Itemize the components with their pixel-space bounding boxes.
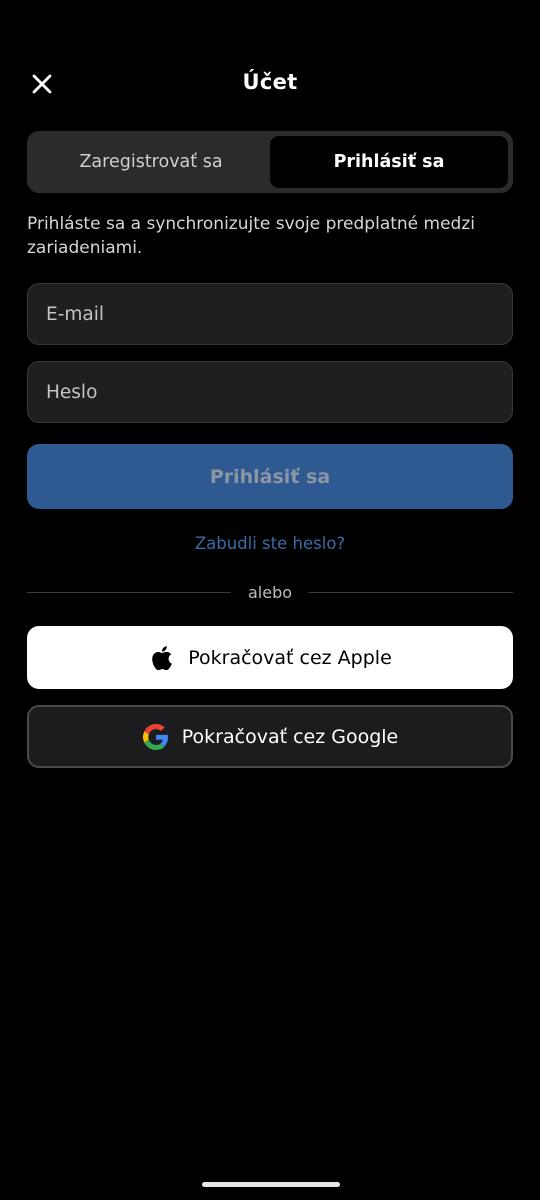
continue-with-google-button[interactable]: Pokračovať cez Google [27,705,513,768]
tab-register[interactable]: Zaregistrovať sa [32,136,270,188]
account-screen: Účet Zaregistrovať sa Prihlásiť sa Prihl… [0,0,540,1200]
home-indicator[interactable] [202,1182,340,1187]
email-field[interactable] [27,283,513,345]
login-description: Prihláste sa a synchronizujte svoje pred… [27,214,475,258]
auth-mode-switch: Zaregistrovať sa Prihlásiť sa [27,131,513,193]
continue-with-apple-button[interactable]: Pokračovať cez Apple [27,626,513,689]
apple-icon [148,644,176,672]
password-field[interactable] [27,361,513,423]
page-title: Účet [242,70,298,94]
login-button-label: Prihlásiť sa [209,465,331,488]
forgot-password-link[interactable]: Zabudli ste heslo? [0,534,540,553]
login-button[interactable]: Prihlásiť sa [27,444,513,509]
google-icon [142,723,170,751]
header: Účet [0,60,540,108]
apple-button-label: Pokračovať cez Apple [188,646,392,669]
divider-right [308,592,513,593]
google-button-label: Pokračovať cez Google [181,725,399,748]
tab-login[interactable]: Prihlásiť sa [270,136,508,188]
